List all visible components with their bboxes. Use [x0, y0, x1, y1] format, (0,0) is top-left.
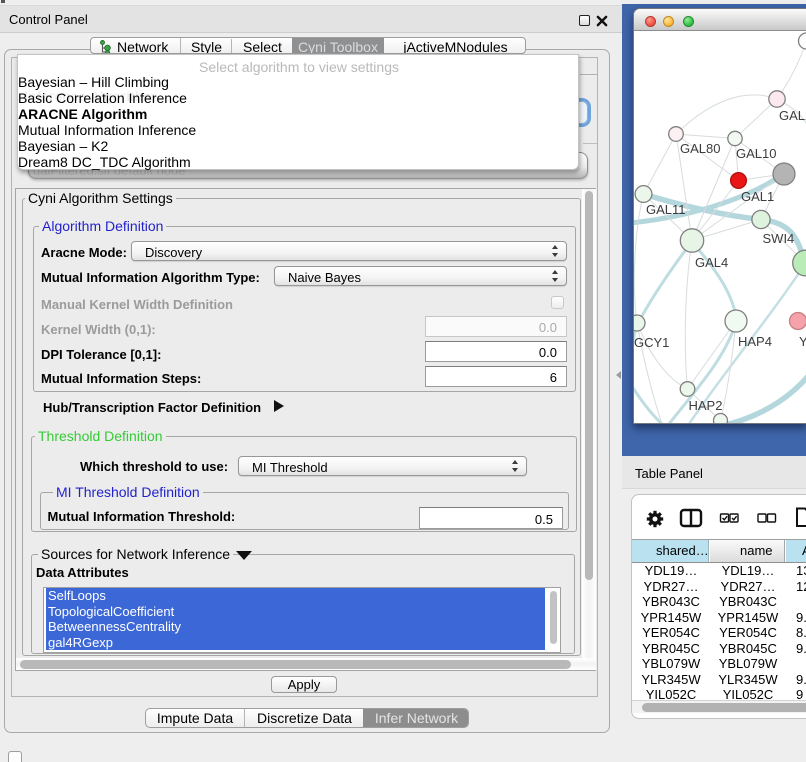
svg-text:HAP4: HAP4 — [738, 334, 772, 349]
svg-text:GAL4: GAL4 — [695, 255, 728, 270]
svg-text:GAL80: GAL80 — [680, 141, 720, 156]
svg-text:YM: YM — [799, 334, 806, 349]
svg-text:SWI4: SWI4 — [763, 231, 795, 246]
svg-text:GAL1: GAL1 — [741, 189, 774, 204]
svg-text:HAP2: HAP2 — [689, 398, 723, 413]
svg-text:GAL10: GAL10 — [736, 146, 776, 161]
svg-text:GCY1: GCY1 — [634, 335, 669, 350]
svg-text:GAL11: GAL11 — [646, 202, 686, 217]
svg-text:GAL2: GAL2 — [779, 108, 806, 123]
